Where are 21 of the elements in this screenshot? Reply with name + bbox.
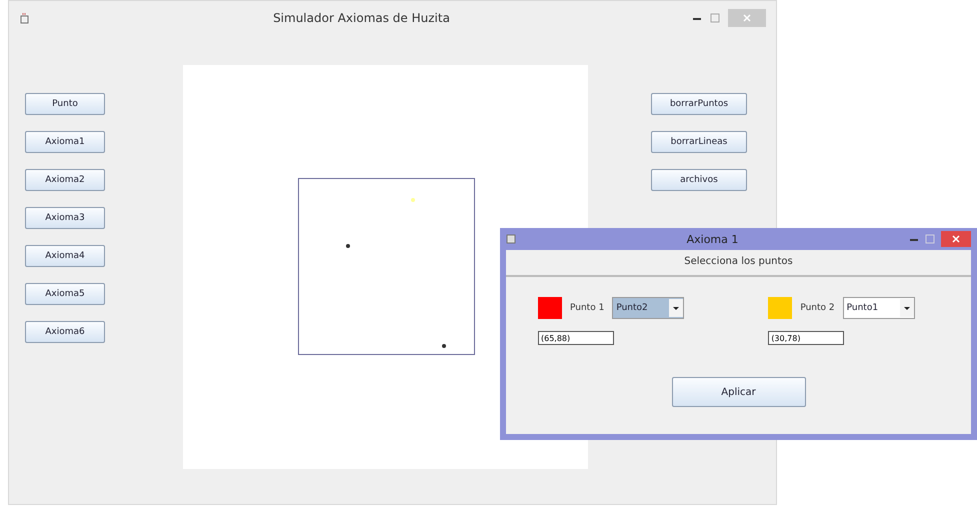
axiom-button[interactable]: Axioma3 (25, 207, 105, 229)
point-label: Punto 2 (800, 303, 835, 313)
dialog-heading: Selecciona los puntos (506, 250, 971, 277)
axiom-button[interactable]: Punto (25, 93, 105, 115)
point-label: Punto 1 (570, 303, 604, 313)
apply-button[interactable]: Aplicar (672, 377, 806, 407)
axiom-button[interactable]: Axioma2 (25, 169, 105, 191)
tool-button[interactable]: borrarPuntos (651, 93, 747, 115)
tool-button[interactable]: archivos (651, 169, 747, 191)
point-dropdown[interactable]: Punto1 (842, 297, 915, 319)
axiom-button[interactable]: Axioma6 (25, 321, 105, 343)
axiom-button[interactable]: Axioma5 (25, 283, 105, 305)
close-icon[interactable] (941, 231, 971, 247)
axiom-button[interactable]: Axioma4 (25, 245, 105, 267)
dialog-title: Axioma 1 (686, 232, 740, 246)
coordinate-field[interactable]: (65,88) (538, 331, 614, 345)
window-title: Simulador Axiomas de Huzita (272, 11, 451, 25)
tool-button[interactable]: borrarLineas (651, 131, 747, 153)
point-dropdown[interactable]: Punto2 (612, 297, 684, 319)
axiom-button[interactable]: Axioma1 (25, 131, 105, 153)
coordinate-field[interactable]: (30,78) (768, 331, 844, 345)
